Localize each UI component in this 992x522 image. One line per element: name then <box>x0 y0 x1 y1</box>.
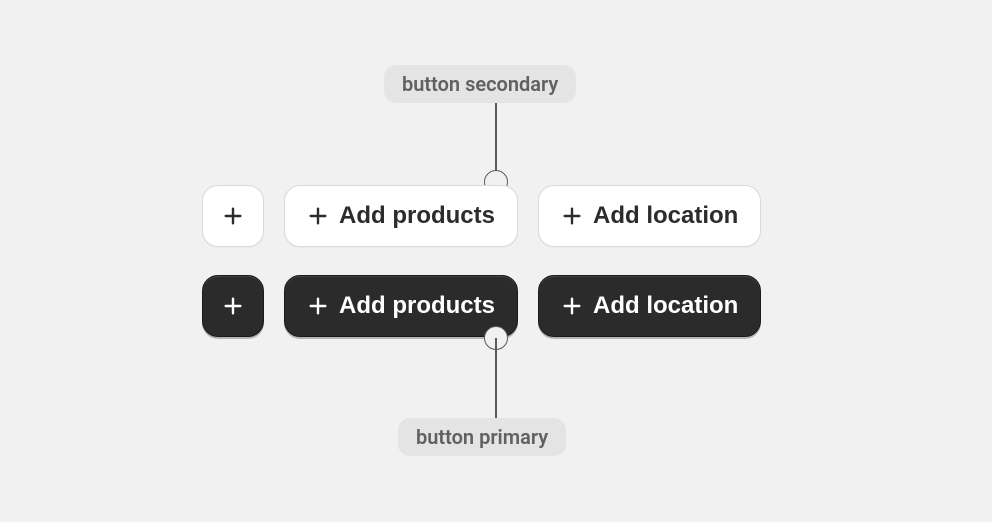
secondary-add-products-button[interactable]: Add products <box>284 185 518 247</box>
plus-icon <box>222 205 244 227</box>
plus-icon <box>307 205 329 227</box>
button-label: Add location <box>593 202 738 230</box>
primary-add-location-button[interactable]: Add location <box>538 275 761 337</box>
plus-icon <box>561 295 583 317</box>
primary-add-icon-button[interactable] <box>202 275 264 337</box>
button-label: Add location <box>593 292 738 320</box>
diagram-canvas: button secondary Add products Add locati… <box>0 0 992 522</box>
secondary-row: Add products Add location <box>202 185 761 247</box>
plus-icon <box>222 295 244 317</box>
plus-icon <box>561 205 583 227</box>
plus-icon <box>307 295 329 317</box>
label-secondary: button secondary <box>384 65 576 103</box>
button-label: Add products <box>339 292 495 320</box>
connector-line-bottom <box>495 338 497 418</box>
label-primary: button primary <box>398 418 566 456</box>
secondary-add-location-button[interactable]: Add location <box>538 185 761 247</box>
primary-row: Add products Add location <box>202 275 761 337</box>
secondary-add-icon-button[interactable] <box>202 185 264 247</box>
button-label: Add products <box>339 202 495 230</box>
primary-add-products-button[interactable]: Add products <box>284 275 518 337</box>
